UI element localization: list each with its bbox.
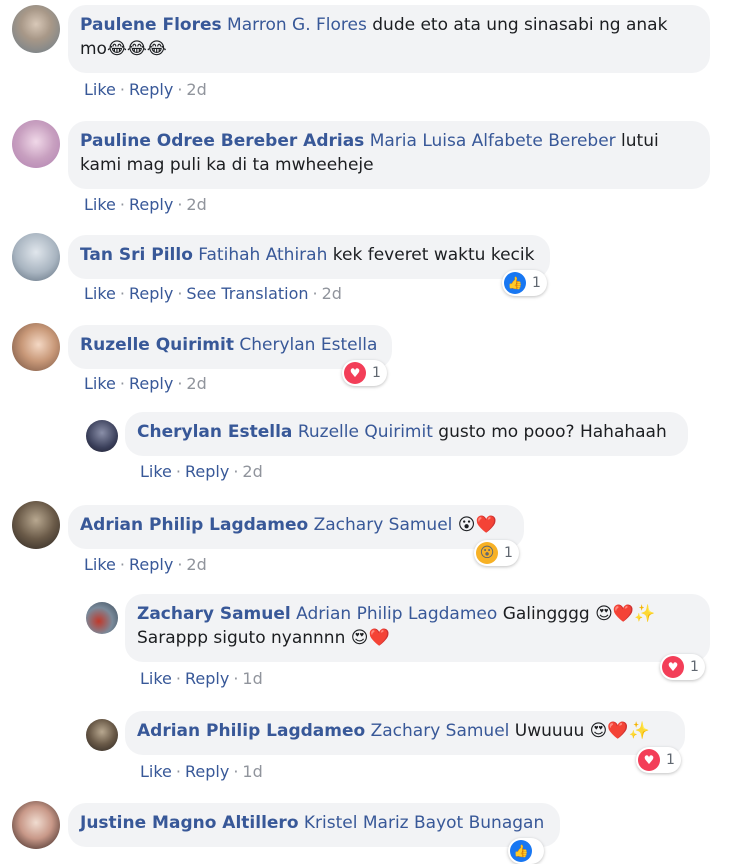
mention-tag[interactable]: Zachary Samuel [314, 515, 453, 535]
reply-link[interactable]: Reply [129, 555, 173, 574]
avatar[interactable] [12, 5, 60, 53]
comment-time[interactable]: 2d [186, 374, 206, 393]
mention-tag[interactable]: Zachary Samuel [371, 721, 510, 741]
reaction-summary[interactable]: 👍 1 [502, 270, 547, 296]
comment-bubble: Cherylan Estella Ruzelle Quirimit gusto … [125, 412, 688, 456]
reply-link[interactable]: Reply [129, 80, 173, 99]
mention-tag[interactable]: Adrian Philip Lagdameo [296, 604, 497, 624]
reaction-summary[interactable]: 😮 1 [474, 540, 519, 566]
heart-eyes-heart-sparkles-emoji-icon: 😍❤️✨ [589, 721, 650, 741]
comment-author[interactable]: Zachary Samuel [137, 604, 291, 624]
comment-text: lutui [621, 131, 659, 151]
laughing-emoji-icon: 😂😂😂 [106, 39, 167, 59]
love-reaction-icon: ♥ [662, 656, 684, 678]
comment-time[interactable]: 1d [242, 669, 262, 688]
comment-time[interactable]: 2d [186, 80, 206, 99]
comment-text-continued: kami mag puli ka di ta mwheeheje [80, 155, 374, 175]
love-reaction-icon: ♥ [638, 749, 660, 771]
reply-link[interactable]: Reply [185, 669, 229, 688]
comment-time[interactable]: 1d [242, 762, 262, 781]
comment-bubble: Pauline Odree Bereber Adrias Maria Luisa… [68, 121, 710, 189]
comment-author[interactable]: Cherylan Estella [137, 422, 292, 442]
like-link[interactable]: Like [140, 669, 172, 688]
comment-bubble: Ruzelle Quirimit Cherylan Estella [68, 325, 392, 369]
avatar[interactable] [12, 323, 60, 371]
avatar[interactable] [12, 233, 60, 281]
comment-time[interactable]: 2d [322, 284, 342, 303]
mention-tag[interactable]: Maria Luisa Alfabete Bereber [370, 131, 616, 151]
reply-link[interactable]: Reply [129, 374, 173, 393]
like-link[interactable]: Like [84, 284, 116, 303]
comment-author[interactable]: Paulene Flores [80, 15, 222, 35]
reaction-count: 1 [666, 752, 675, 768]
comment-bubble: Justine Magno Altillero Kristel Mariz Ba… [68, 803, 560, 847]
like-link[interactable]: Like [140, 762, 172, 781]
reaction-summary[interactable]: ♥ 1 [660, 654, 705, 680]
avatar[interactable] [86, 602, 118, 634]
comment-text: Uwuuuu [514, 721, 585, 741]
comment-bubble: Zachary Samuel Adrian Philip Lagdameo Ga… [125, 594, 710, 662]
mention-tag[interactable]: Marron G. Flores [227, 15, 367, 35]
comment-text-continued: mo [80, 39, 107, 59]
reaction-summary[interactable]: ♥ 1 [636, 747, 681, 773]
heart-eyes-heart-emoji-icon: 😍❤️ [350, 628, 390, 648]
comment-text: kek feveret waktu kecik [332, 245, 535, 265]
comment-time[interactable]: 2d [242, 462, 262, 481]
avatar[interactable] [86, 719, 118, 751]
comment-author[interactable]: Adrian Philip Lagdameo [137, 721, 365, 741]
like-link[interactable]: Like [84, 555, 116, 574]
heart-eyes-heart-sparkles-emoji-icon: 😍❤️✨ [595, 604, 656, 624]
avatar[interactable] [12, 501, 60, 549]
like-link[interactable]: Like [84, 374, 116, 393]
comment-author[interactable]: Ruzelle Quirimit [80, 335, 234, 355]
avatar[interactable] [12, 120, 60, 168]
like-link[interactable]: Like [140, 462, 172, 481]
reply-link[interactable]: Reply [185, 762, 229, 781]
comment-author[interactable]: Adrian Philip Lagdameo [80, 515, 308, 535]
reply-link[interactable]: Reply [129, 195, 173, 214]
comment-time[interactable]: 2d [186, 555, 206, 574]
comment-time[interactable]: 2d [186, 195, 206, 214]
comment-text: dude eto ata ung sinasabi ng anak [372, 15, 668, 35]
like-link[interactable]: Like [84, 195, 116, 214]
comment-text: gusto mo pooo? Hahahaah [438, 422, 667, 442]
comment-bubble: Adrian Philip Lagdameo Zachary Samuel 😮❤… [68, 505, 524, 549]
reply-link[interactable]: Reply [129, 284, 173, 303]
mention-tag[interactable]: Fatihah Athirah [198, 245, 327, 265]
comment-author[interactable]: Tan Sri Pillo [80, 245, 193, 265]
mention-tag[interactable]: Kristel Mariz Bayot Bunagan [304, 813, 544, 833]
avatar[interactable] [12, 801, 60, 849]
comment-text: Galingggg [502, 604, 590, 624]
reaction-summary[interactable]: 👍 [508, 838, 544, 864]
reaction-summary[interactable]: ♥ 1 [342, 360, 387, 386]
reaction-count: 1 [504, 545, 513, 561]
reaction-count: 1 [690, 659, 699, 675]
wow-reaction-icon: 😮 [476, 542, 498, 564]
comment-text-continued: Sarappp siguto nyannnn [137, 628, 346, 648]
wow-heart-emoji-icon: 😮❤️ [457, 515, 497, 535]
like-reaction-icon: 👍 [504, 272, 526, 294]
mention-tag[interactable]: Cherylan Estella [239, 335, 377, 355]
love-reaction-icon: ♥ [344, 362, 366, 384]
like-reaction-icon: 👍 [510, 840, 532, 862]
mention-tag[interactable]: Ruzelle Quirimit [298, 422, 433, 442]
like-link[interactable]: Like [84, 80, 116, 99]
reply-link[interactable]: Reply [185, 462, 229, 481]
reaction-count: 1 [372, 365, 381, 381]
comment-bubble: Tan Sri Pillo Fatihah Athirah kek fevere… [68, 235, 550, 279]
comment-author[interactable]: Justine Magno Altillero [80, 813, 299, 833]
comment-author[interactable]: Pauline Odree Bereber Adrias [80, 131, 364, 151]
see-translation-link[interactable]: See Translation [186, 284, 308, 303]
avatar[interactable] [86, 420, 118, 452]
comment-bubble: Paulene Flores Marron G. Flores dude eto… [68, 5, 710, 73]
comment-bubble: Adrian Philip Lagdameo Zachary Samuel Uw… [125, 711, 685, 755]
reaction-count: 1 [532, 275, 541, 291]
